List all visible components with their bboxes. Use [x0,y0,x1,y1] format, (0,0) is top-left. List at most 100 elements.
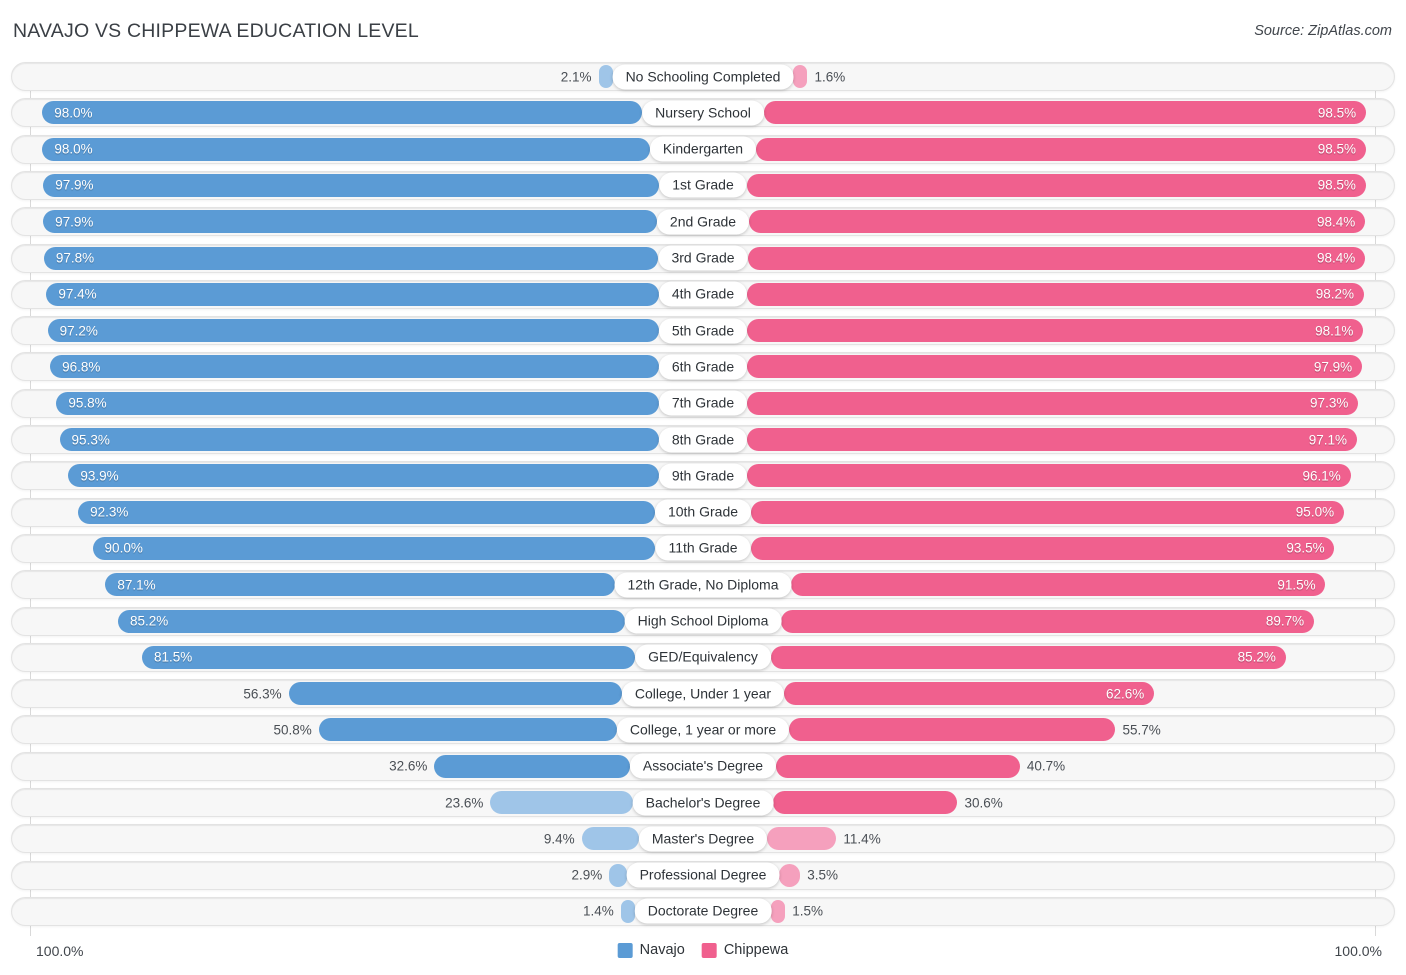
bar-chippewa[interactable] [747,464,1351,488]
chart-row[interactable]: 9th Grade 93.9% 96.1% [11,461,1395,491]
bar-chippewa[interactable] [747,319,1364,343]
page-title: NAVAJO VS CHIPPEWA EDUCATION LEVEL [13,20,419,42]
bar-navajo[interactable] [288,682,622,706]
bar-value-chippewa: 55.7% [1122,722,1161,738]
bar-navajo[interactable] [42,137,650,161]
bar-navajo[interactable] [43,210,657,234]
bar-value-chippewa: 98.5% [1317,177,1356,193]
category-label: 10th Grade [654,499,752,525]
bar-navajo[interactable] [609,863,627,887]
bar-chippewa[interactable] [791,573,1326,597]
bar-chippewa[interactable] [747,391,1359,415]
chart-row[interactable]: 1st Grade 97.9% 98.5% [11,170,1395,200]
bar-value-navajo: 81.5% [153,649,193,665]
bar-navajo[interactable] [105,573,615,597]
chart-row[interactable]: High School Diploma 85.2% 89.7% [11,606,1395,636]
bar-chippewa[interactable] [747,246,1365,270]
category-label: 4th Grade [658,281,748,307]
bar-navajo[interactable] [50,355,659,379]
bar-chippewa[interactable] [767,827,837,851]
bar-value-chippewa: 40.7% [1026,758,1066,774]
bar-chippewa[interactable] [750,536,1335,560]
bar-chippewa[interactable] [784,682,1154,706]
chart-row[interactable]: College, Under 1 year 56.3% 62.6% [11,679,1395,709]
chart-row[interactable]: 4th Grade 97.4% 98.2% [11,279,1395,309]
bar-chippewa[interactable] [789,718,1116,742]
bar-navajo[interactable] [47,319,659,343]
bar-chippewa[interactable] [770,645,1286,669]
chart-row[interactable]: Master's Degree 9.4% 11.4% [11,824,1395,854]
bar-navajo[interactable] [56,391,659,415]
bar-chippewa[interactable] [751,500,1344,524]
chart-row[interactable]: 2nd Grade 97.9% 98.4% [11,207,1395,237]
bar-navajo[interactable] [318,718,617,742]
bar-value-navajo: 9.4% [543,831,575,847]
category-label: 3rd Grade [658,245,748,271]
bar-chippewa[interactable] [747,428,1357,451]
chart-row[interactable]: 6th Grade 96.8% 97.9% [11,352,1395,382]
category-label: Nursery School [642,100,764,126]
bar-navajo[interactable] [581,827,639,851]
bar-navajo[interactable] [598,65,613,88]
chart-row[interactable]: 12th Grade, No Diploma 87.1% 91.5% [11,570,1395,600]
bar-value-navajo: 97.4% [58,286,97,302]
bar-value-navajo: 97.2% [59,323,98,339]
bar-value-chippewa: 98.2% [1315,286,1354,302]
bar-value-navajo: 97.9% [55,177,94,193]
bar-navajo[interactable] [43,173,660,197]
chart-row[interactable]: Kindergarten 98.0% 98.5% [11,134,1395,164]
bar-value-chippewa: 98.5% [1317,141,1356,157]
bar-chippewa[interactable] [747,282,1364,306]
bar-value-navajo: 98.0% [54,105,93,121]
chart-row[interactable]: Professional Degree 2.9% 3.5% [11,860,1395,890]
chart-row[interactable]: 5th Grade 97.2% 98.1% [11,316,1395,346]
bar-value-chippewa: 97.1% [1308,432,1348,447]
category-label: Professional Degree [626,862,780,888]
bar-chippewa[interactable] [746,173,1366,197]
chart-row[interactable]: 11th Grade 90.0% 93.5% [11,533,1395,563]
chart-row[interactable]: No Schooling Completed 2.1% 1.6% [11,62,1395,91]
bar-navajo[interactable] [43,246,659,270]
bar-value-chippewa: 98.4% [1316,214,1356,230]
bar-navajo[interactable] [78,500,655,524]
bar-chippewa[interactable] [779,863,801,887]
bar-chippewa[interactable] [749,210,1365,234]
bar-value-chippewa: 91.5% [1277,577,1316,593]
bar-navajo[interactable] [118,609,625,633]
chart-row[interactable]: GED/Equivalency 81.5% 85.2% [11,642,1395,672]
bar-navajo[interactable] [46,282,659,306]
bar-value-navajo: 32.6% [389,758,428,774]
legend-item-navajo[interactable]: Navajo [617,942,685,958]
bar-chippewa[interactable] [776,754,1020,778]
bar-navajo[interactable] [59,428,659,451]
chart-row[interactable]: Bachelor's Degree 23.6% 30.6% [11,788,1395,817]
chart-row[interactable]: 7th Grade 95.8% 97.3% [11,388,1395,418]
chart-row[interactable]: 10th Grade 92.3% 95.0% [11,497,1395,527]
chart-row[interactable]: Associate's Degree 32.6% 40.7% [11,751,1395,781]
bar-chippewa[interactable] [756,137,1366,161]
category-label: 1st Grade [659,172,747,198]
bar-chippewa[interactable] [771,899,786,923]
chart-row[interactable]: College, 1 year or more 50.8% 55.7% [11,715,1395,745]
chart-row[interactable]: 8th Grade 95.3% 97.1% [11,425,1395,454]
bar-value-chippewa: 85.2% [1237,649,1276,665]
bar-navajo[interactable] [42,101,643,125]
bar-navajo[interactable] [92,536,656,560]
chart-row[interactable]: 3rd Grade 97.8% 98.4% [11,243,1395,273]
bar-navajo[interactable] [68,464,659,488]
bar-chippewa[interactable] [747,355,1362,379]
chart-row[interactable]: Nursery School 98.0% 98.5% [11,98,1395,128]
chart-row[interactable]: Doctorate Degree 1.4% 1.5% [11,896,1395,926]
bar-navajo[interactable] [620,899,635,923]
bar-navajo[interactable] [141,645,636,669]
legend-item-chippewa[interactable]: Chippewa [701,942,788,958]
bar-navajo[interactable] [490,791,633,814]
bar-chippewa[interactable] [781,609,1314,633]
bar-value-chippewa: 98.1% [1315,323,1354,339]
bar-chippewa[interactable] [763,101,1366,125]
bar-chippewa[interactable] [773,791,958,814]
legend-swatch-chippewa [701,942,717,958]
bar-value-navajo: 95.8% [68,395,107,411]
bar-navajo[interactable] [434,754,630,778]
bar-chippewa[interactable] [793,65,808,88]
